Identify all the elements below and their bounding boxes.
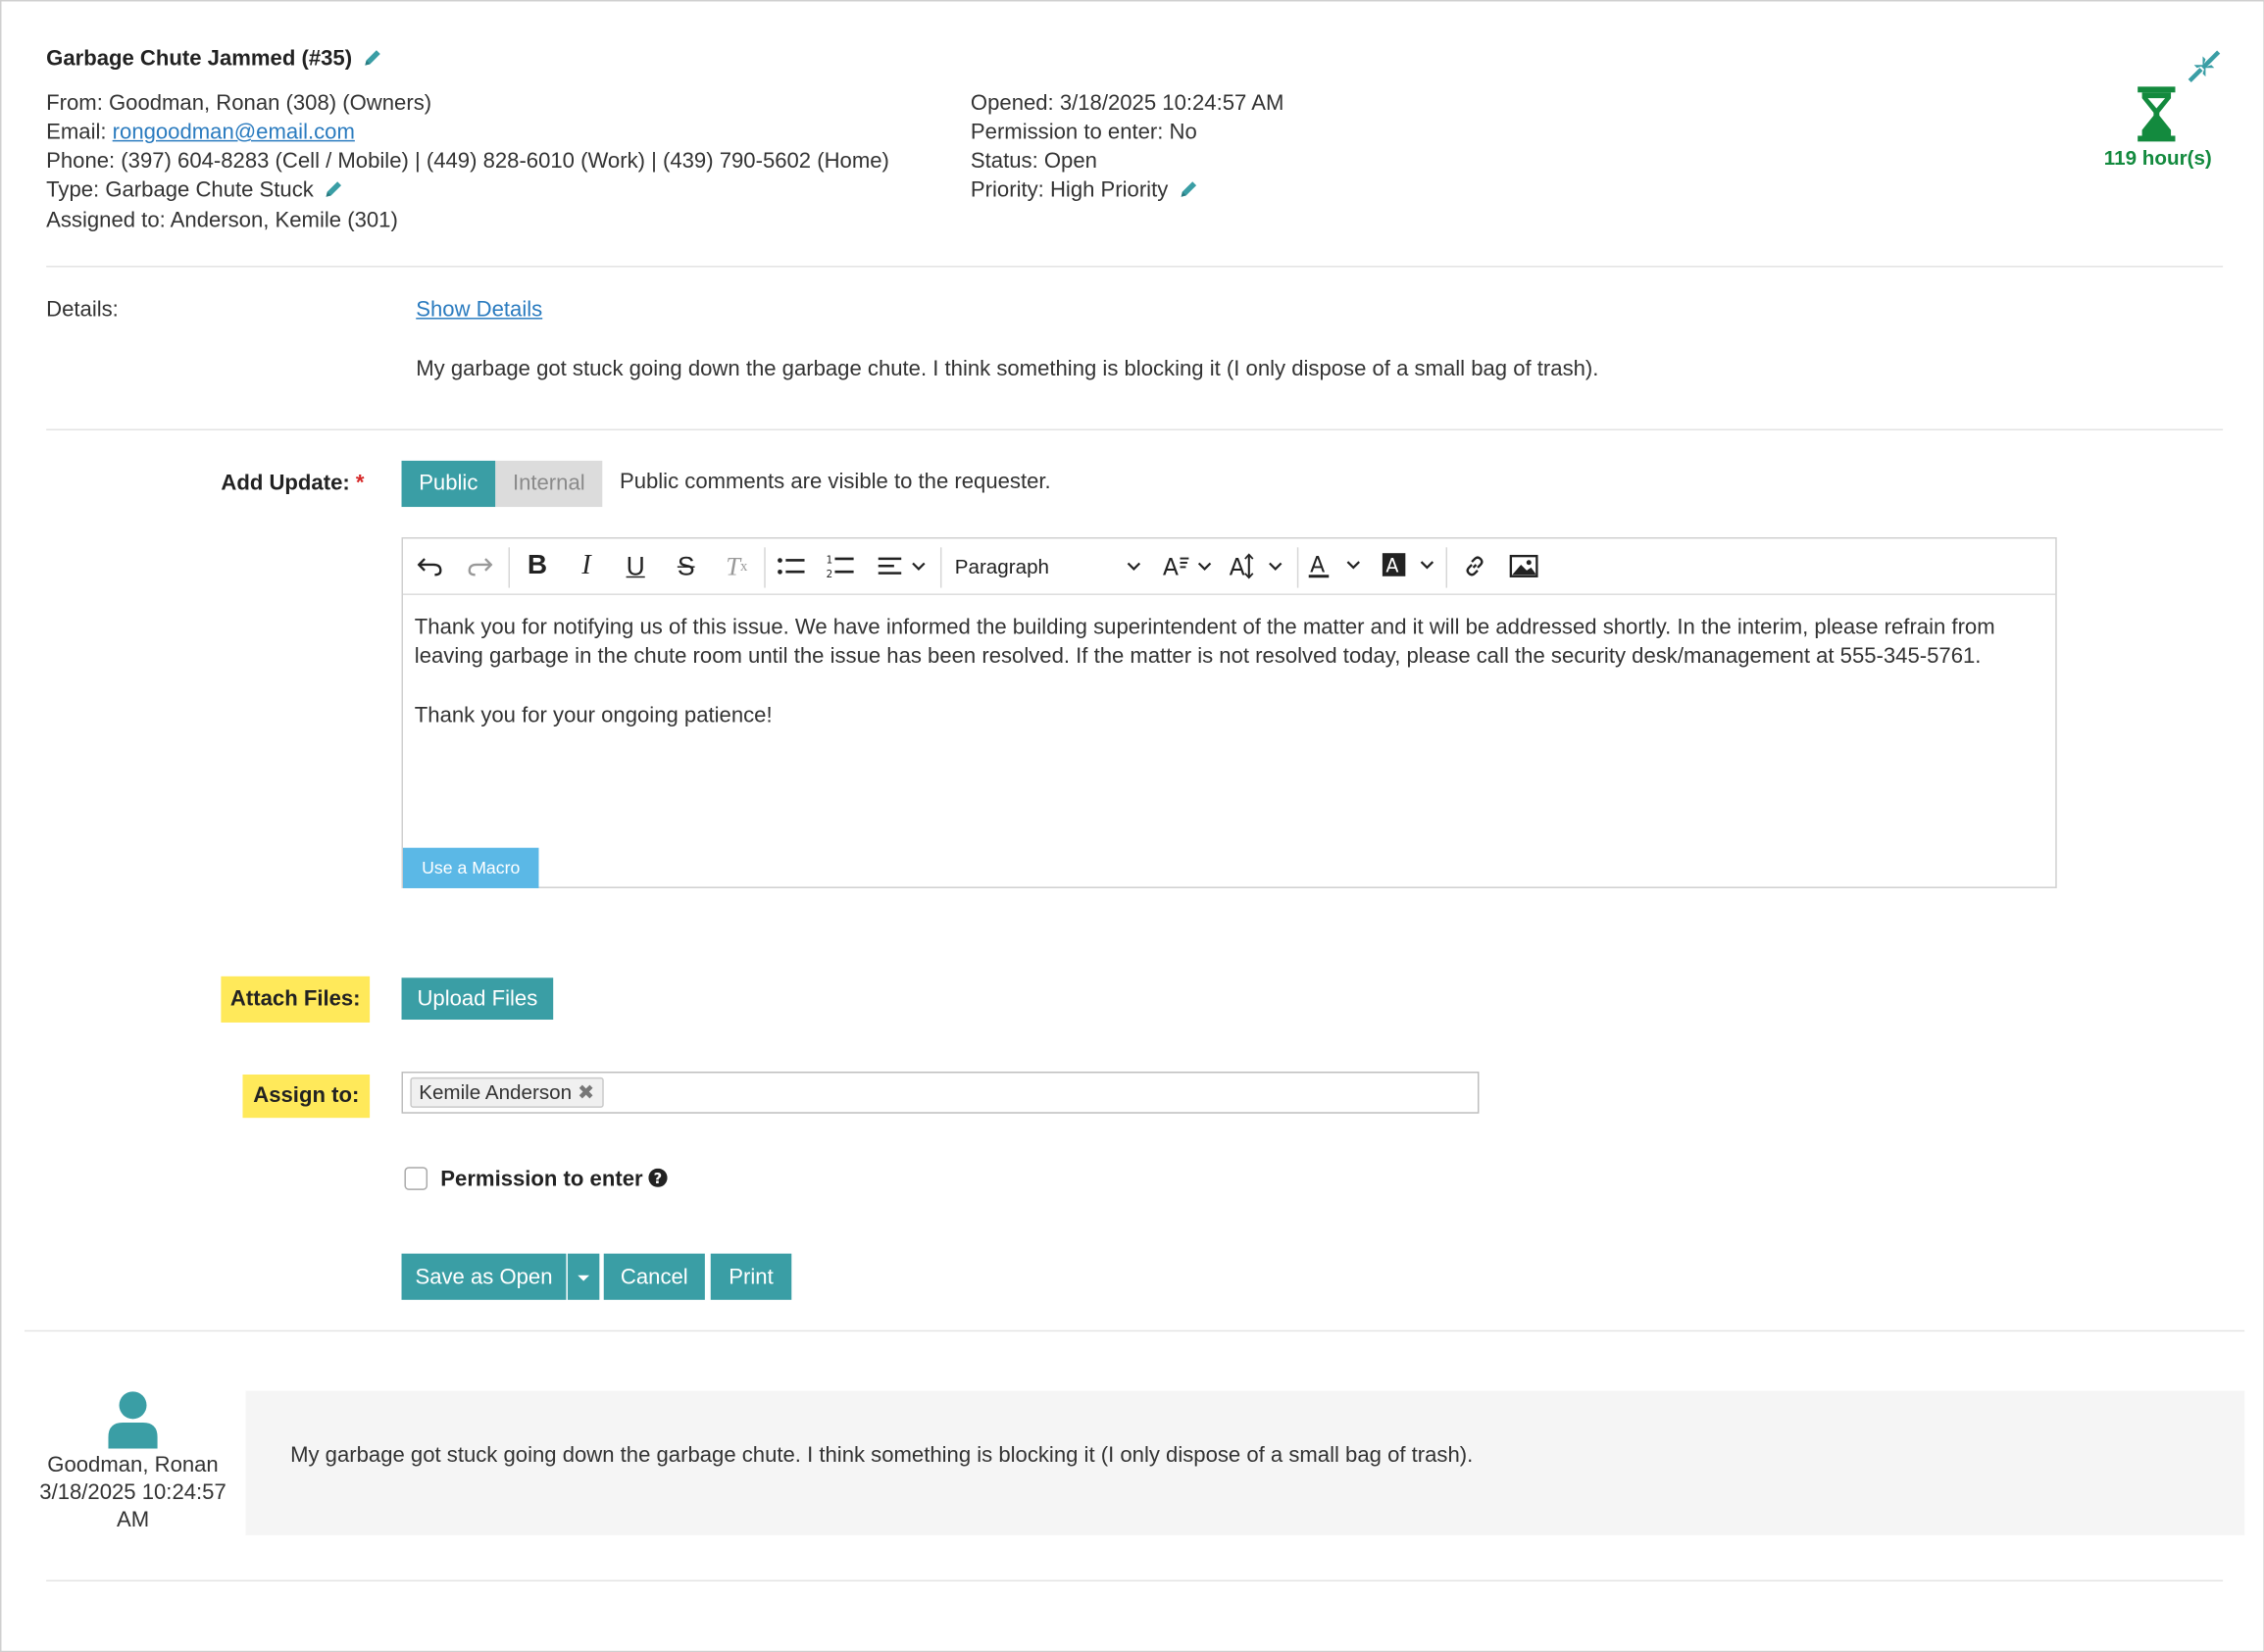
- underline-icon[interactable]: U: [620, 547, 651, 584]
- required-mark: *: [355, 471, 365, 496]
- svg-text:?: ?: [654, 1171, 663, 1187]
- font-size-icon[interactable]: A: [1163, 547, 1215, 584]
- line-height-icon[interactable]: A: [1230, 547, 1287, 584]
- svg-text:2: 2: [827, 569, 833, 578]
- assignee-tag-label: Kemile Anderson: [419, 1079, 573, 1104]
- comment-bubble: My garbage got stuck going down the garb…: [245, 1390, 2245, 1535]
- text-color-icon[interactable]: A: [1308, 547, 1367, 584]
- type-line: Type: Garbage Chute Stuck: [46, 176, 344, 205]
- type-text: Type: Garbage Chute Stuck: [46, 177, 314, 203]
- visibility-hint: Public comments are visible to the reque…: [619, 469, 1051, 494]
- permission-label-text: Permission to enter: [440, 1167, 643, 1192]
- details-text: My garbage got stuck going down the garb…: [416, 356, 1599, 381]
- priority-text: Priority: High Priority: [970, 177, 1169, 203]
- save-dropdown-caret-icon[interactable]: [567, 1253, 600, 1300]
- rich-text-editor[interactable]: B I U S Tx 12 Paragraph A A A A Thank yo…: [401, 536, 2057, 888]
- collapse-icon[interactable]: [2186, 48, 2223, 85]
- svg-text:A: A: [1163, 553, 1179, 578]
- numbered-list-icon[interactable]: 12: [825, 547, 856, 584]
- chevron-down-icon: [1127, 562, 1141, 571]
- toolbar-separator: [1445, 547, 1448, 588]
- svg-text:A: A: [1385, 554, 1398, 576]
- print-button[interactable]: Print: [710, 1253, 792, 1300]
- phone-line: Phone: (397) 604-8283 (Cell / Mobile) | …: [46, 148, 889, 174]
- toolbar-separator: [939, 547, 942, 588]
- public-toggle[interactable]: Public: [401, 460, 496, 508]
- divider: [46, 266, 2224, 268]
- divider: [46, 428, 2224, 430]
- redo-icon[interactable]: [464, 547, 495, 584]
- permission-checkbox-label: Permission to enter ?: [440, 1166, 668, 1194]
- internal-toggle[interactable]: Internal: [495, 460, 603, 508]
- comment-author-block: Goodman, Ronan 3/18/2025 10:24:57 AM: [25, 1451, 241, 1533]
- svg-text:1: 1: [827, 555, 833, 567]
- attach-files-label: Attach Files:: [221, 976, 371, 1023]
- edit-title-pencil-icon[interactable]: [363, 48, 383, 69]
- image-icon[interactable]: [1508, 547, 1539, 584]
- ticket-page: Garbage Chute Jammed (#35) From: Goodman…: [0, 0, 2264, 1652]
- toolbar-separator: [1296, 547, 1299, 588]
- highlight-color-icon[interactable]: A: [1382, 547, 1440, 584]
- status-line: Status: Open: [970, 148, 1097, 174]
- toolbar-separator: [508, 547, 511, 588]
- undo-icon[interactable]: [415, 547, 446, 584]
- assignee-tag: Kemile Anderson ✖: [410, 1076, 604, 1108]
- editor-toolbar: B I U S Tx 12 Paragraph A A A A: [402, 538, 2056, 595]
- upload-files-button[interactable]: Upload Files: [401, 977, 554, 1021]
- comment-author: Goodman, Ronan: [47, 1452, 219, 1477]
- svg-text:A: A: [1310, 552, 1325, 577]
- assign-to-label: Assign to:: [242, 1074, 371, 1119]
- svg-text:A: A: [1230, 553, 1245, 578]
- bullet-list-icon[interactable]: [776, 547, 807, 584]
- link-icon[interactable]: [1459, 547, 1490, 584]
- bold-icon[interactable]: B: [522, 547, 553, 584]
- assignee-input[interactable]: Kemile Anderson ✖: [401, 1072, 1480, 1114]
- comment-time: AM: [116, 1507, 150, 1532]
- align-dropdown-icon[interactable]: [876, 547, 933, 584]
- from-line: From: Goodman, Ronan (308) (Owners): [46, 90, 432, 116]
- priority-line: Priority: High Priority: [971, 176, 1199, 205]
- show-details-link[interactable]: Show Details: [416, 296, 542, 325]
- opened-line: Opened: 3/18/2025 10:24:57 AM: [970, 90, 1284, 116]
- cancel-button[interactable]: Cancel: [603, 1253, 705, 1300]
- save-as-open-button[interactable]: Save as Open: [401, 1253, 567, 1300]
- paragraph-select-value: Paragraph: [954, 554, 1050, 578]
- email-link[interactable]: rongoodman@email.com: [113, 120, 355, 144]
- clear-format-icon[interactable]: Tx: [721, 547, 752, 584]
- user-avatar-icon: [108, 1391, 158, 1449]
- edit-priority-pencil-icon[interactable]: [1179, 179, 1199, 200]
- details-label: Details:: [46, 297, 119, 323]
- hourglass-icon: [2138, 86, 2176, 142]
- permission-line: Permission to enter: No: [970, 120, 1197, 145]
- ticket-title: Garbage Chute Jammed (#35): [46, 46, 353, 72]
- help-icon[interactable]: ?: [648, 1168, 668, 1187]
- use-macro-button[interactable]: Use a Macro: [402, 847, 539, 888]
- email-label: Email:: [46, 120, 113, 145]
- divider: [46, 1579, 2224, 1582]
- save-button-group: Save as Open: [401, 1253, 600, 1300]
- toolbar-separator: [764, 547, 766, 588]
- add-update-label: Add Update: *: [221, 470, 364, 498]
- comment-date: 3/18/2025 10:24:57: [39, 1479, 226, 1505]
- strikethrough-icon[interactable]: S: [671, 547, 702, 584]
- edit-type-pencil-icon[interactable]: [324, 179, 344, 200]
- add-update-text: Add Update:: [221, 471, 350, 496]
- editor-paragraph: Thank you for your ongoing patience!: [414, 703, 773, 728]
- email-line: Email: rongoodman@email.com: [46, 119, 355, 147]
- ticket-title-row: Garbage Chute Jammed (#35): [46, 46, 382, 71]
- paragraph-select[interactable]: Paragraph: [955, 547, 1143, 584]
- italic-icon[interactable]: I: [571, 547, 602, 584]
- remove-tag-icon[interactable]: ✖: [578, 1080, 594, 1104]
- editor-content[interactable]: Thank you for notifying us of this issue…: [415, 614, 2038, 730]
- editor-paragraph: Thank you for notifying us of this issue…: [414, 615, 1995, 670]
- permission-checkbox[interactable]: [404, 1167, 428, 1190]
- assigned-line: Assigned to: Anderson, Kemile (301): [46, 208, 398, 233]
- divider: [25, 1329, 2245, 1332]
- comment-text: My garbage got stuck going down the garb…: [290, 1442, 1474, 1468]
- timer-label: 119 hour(s): [2103, 145, 2212, 170]
